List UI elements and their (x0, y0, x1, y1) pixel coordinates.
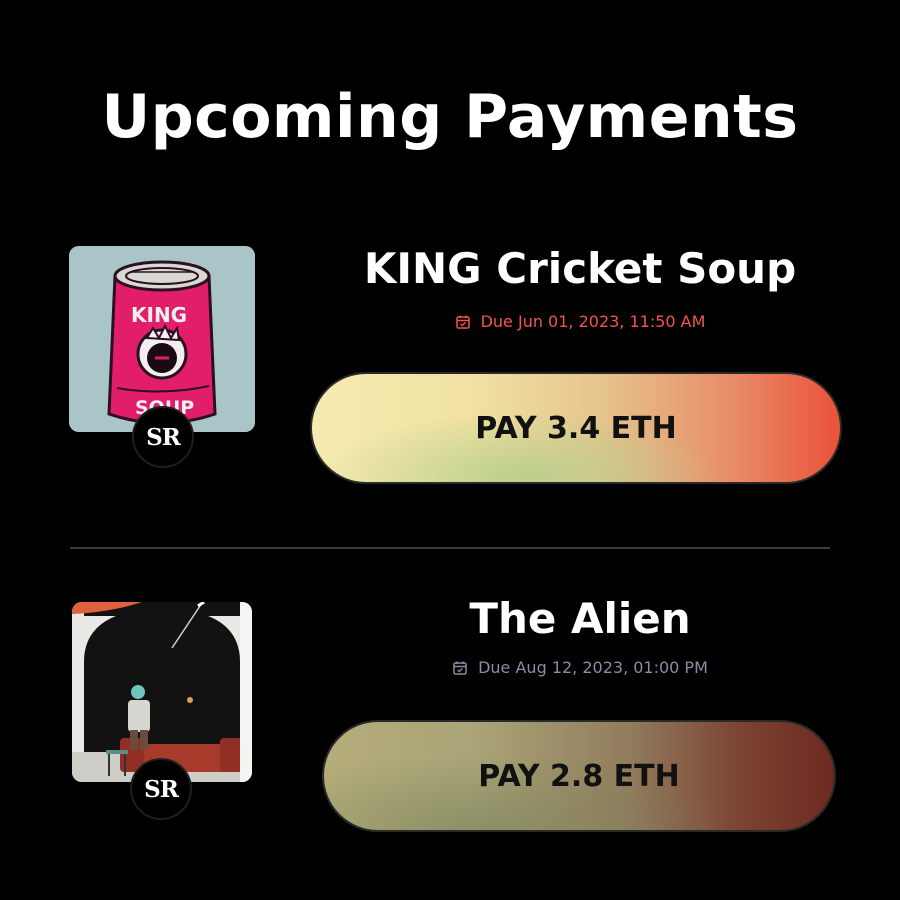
pay-button[interactable]: PAY 2.8 ETH (322, 720, 836, 832)
creator-avatar[interactable]: SR (132, 406, 194, 468)
calendar-check-icon (453, 661, 467, 675)
king-soup-can-artwork: KING SOUP (69, 246, 255, 432)
due-text: Due Jun 01, 2023, 11:50 AM (480, 312, 706, 331)
divider (70, 547, 830, 549)
due-date: Due Jun 01, 2023, 11:50 AM (300, 312, 860, 331)
item-title: KING Cricket Soup (363, 244, 797, 293)
payment-card: SR The Alien Due Aug 12, 2023, 01:00 PM … (0, 592, 900, 852)
due-text: Due Aug 12, 2023, 01:00 PM (478, 658, 708, 677)
creator-avatar[interactable]: SR (130, 758, 192, 820)
due-date: Due Aug 12, 2023, 01:00 PM (300, 658, 860, 677)
nft-thumbnail[interactable]: KING SOUP (69, 246, 255, 432)
svg-text:KING: KING (131, 303, 187, 327)
calendar-check-icon (455, 315, 470, 329)
item-title: The Alien (469, 594, 691, 643)
nft-thumbnail[interactable] (72, 602, 252, 782)
payment-card: KING SOUP SR KING Cricket Soup Due Jun 0… (0, 236, 900, 496)
page-title: Upcoming Payments (101, 82, 799, 152)
pay-button[interactable]: PAY 3.4 ETH (310, 372, 842, 484)
alien-room-artwork (72, 602, 252, 782)
